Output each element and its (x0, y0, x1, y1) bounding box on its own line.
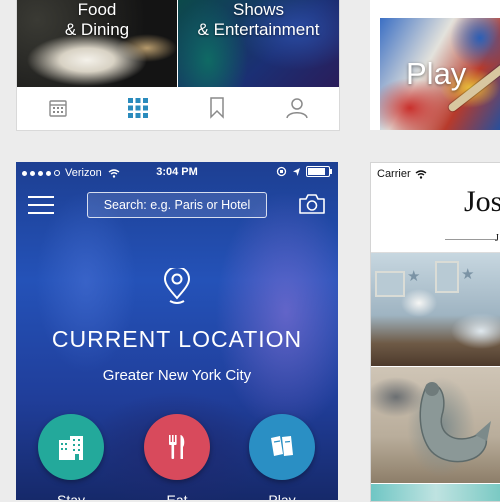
search-input[interactable]: Search: e.g. Paris or Hotel (87, 192, 267, 218)
location-pin-icon (163, 268, 191, 304)
grid-icon (128, 98, 148, 118)
tab-bar (17, 87, 339, 130)
orientation-lock-icon (276, 166, 287, 177)
eat-button[interactable] (144, 414, 210, 480)
tab-grid[interactable] (126, 96, 150, 120)
tickets-icon (271, 436, 293, 456)
play-label: Play (268, 492, 296, 500)
play-card: Play (370, 0, 500, 130)
shows-entertainment-tile[interactable]: Shows & Entertainment (178, 0, 339, 87)
hamburger-menu-button[interactable] (28, 196, 54, 214)
star-decor-icon: ★ (461, 266, 475, 283)
shop-app-screen: Carrier Jos J ★ ★ (370, 162, 500, 502)
building-icon (59, 436, 83, 460)
eat-label: Eat (166, 492, 188, 500)
stay-label: Stay (56, 492, 85, 500)
status-bar: Carrier (377, 168, 427, 180)
location-arrow-icon (293, 167, 300, 176)
food-dining-label-line1: Food (77, 0, 117, 19)
picture-frame-image (375, 271, 405, 297)
camera-button[interactable] (298, 192, 326, 216)
logo-rule (445, 239, 497, 240)
star-decor-icon: ★ (407, 268, 421, 285)
carrier-name: Carrier (377, 168, 411, 180)
stay-button[interactable] (38, 414, 104, 480)
profile-icon (286, 98, 308, 119)
fork-knife-icon (169, 435, 185, 459)
shows-label-line2: & Entertainment (197, 20, 320, 39)
camera-icon (299, 194, 325, 214)
product-photo[interactable] (371, 484, 500, 501)
shows-entertainment-label: Shows & Entertainment (178, 0, 339, 40)
battery-icon (306, 166, 332, 177)
play-tile[interactable]: Play (380, 18, 500, 130)
dining-app-card: Food & Dining Shows & Entertainment (16, 0, 340, 131)
status-right (276, 166, 332, 177)
tab-calendar[interactable] (46, 96, 70, 120)
product-photo[interactable] (371, 367, 500, 483)
location-subtitle: Greater New York City (102, 367, 252, 384)
tab-profile[interactable] (285, 96, 309, 120)
brand-sub-logo: J (495, 233, 499, 244)
brand-logo[interactable]: Jos (464, 185, 500, 219)
shows-label-line1: Shows (232, 0, 285, 19)
play-button[interactable] (249, 414, 315, 480)
mermaid-sculpture-image (419, 382, 491, 463)
food-dining-label: Food & Dining (17, 0, 177, 40)
wifi-icon (415, 169, 427, 179)
status-bar: Verizon 3:04 PM (16, 162, 338, 184)
current-location-title[interactable]: CURRENT LOCATION (16, 326, 338, 353)
play-tile-label: Play (406, 56, 467, 91)
bookmark-icon (210, 97, 224, 119)
product-photo[interactable]: ★ ★ (371, 253, 500, 366)
picture-frame-image (435, 261, 459, 293)
food-dining-label-line2: & Dining (64, 20, 130, 39)
travel-app-screen: Verizon 3:04 PM Search: e.g. Paris or Ho… (16, 162, 338, 500)
tab-bookmark[interactable] (205, 96, 229, 120)
food-dining-tile[interactable]: Food & Dining (17, 0, 177, 87)
calendar-icon (49, 100, 67, 117)
